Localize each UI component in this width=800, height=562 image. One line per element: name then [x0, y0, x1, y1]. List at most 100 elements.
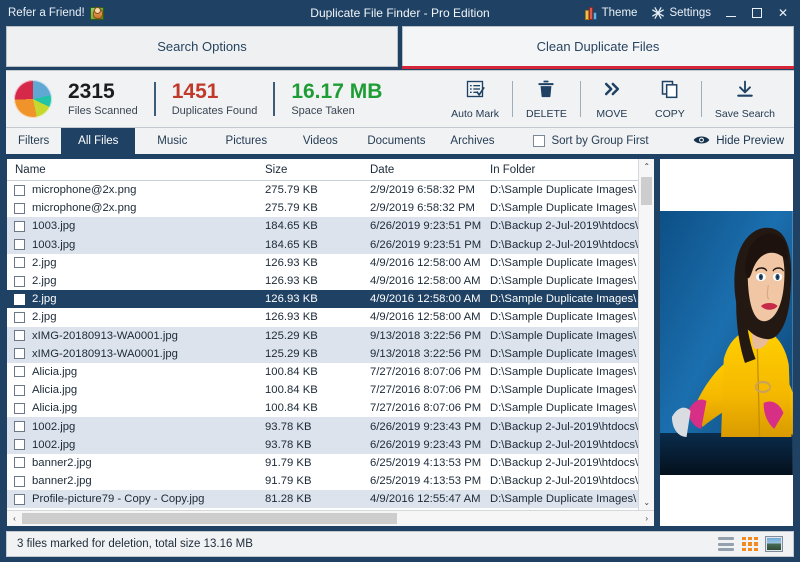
- table-row[interactable]: microphone@2x.png275.79 KB2/9/2019 6:58:…: [7, 199, 638, 217]
- row-checkbox[interactable]: [14, 421, 25, 432]
- horizontal-scroll-track[interactable]: [397, 513, 639, 524]
- column-header-size[interactable]: Size: [257, 164, 362, 176]
- delete-button[interactable]: DELETE: [515, 79, 578, 120]
- table-row[interactable]: Alicia.jpg100.84 KB7/27/2016 8:07:06 PMD…: [7, 363, 638, 381]
- row-checkbox[interactable]: [14, 239, 25, 250]
- filter-tab-music[interactable]: Music: [135, 128, 209, 154]
- cell-name: Profile-picture79 - Copy - Copy.jpg: [7, 493, 257, 505]
- table-row[interactable]: 2.jpg126.93 KB4/9/2016 12:58:00 AMD:\Sam…: [7, 308, 638, 326]
- file-name-label: microphone@2x.png: [32, 184, 136, 196]
- column-header-name[interactable]: Name: [7, 164, 257, 176]
- cell-date: 4/9/2016 12:55:47 AM: [362, 493, 482, 505]
- table-row[interactable]: 1002.jpg93.78 KB6/26/2019 9:23:43 PMD:\B…: [7, 436, 638, 454]
- row-checkbox[interactable]: [14, 257, 25, 268]
- file-name-label: Profile-picture79 - Copy - Copy.jpg: [32, 493, 204, 505]
- row-checkbox[interactable]: [14, 294, 25, 305]
- delete-label: DELETE: [526, 108, 567, 120]
- row-checkbox[interactable]: [14, 312, 25, 323]
- row-checkbox[interactable]: [14, 185, 25, 196]
- hide-preview-button[interactable]: Hide Preview: [683, 128, 794, 154]
- filter-tab-pictures[interactable]: Pictures: [209, 128, 283, 154]
- vertical-scroll-thumb[interactable]: [641, 177, 652, 205]
- row-checkbox[interactable]: [14, 203, 25, 214]
- row-checkbox[interactable]: [14, 366, 25, 377]
- horizontal-scroll-thumb[interactable]: [22, 513, 397, 524]
- tab-clean-duplicate-files[interactable]: Clean Duplicate Files: [402, 26, 794, 67]
- filter-tab-archives[interactable]: Archives: [435, 128, 509, 154]
- table-row[interactable]: xIMG-20180913-WA0001.jpg125.29 KB9/13/20…: [7, 345, 638, 363]
- row-checkbox[interactable]: [14, 221, 25, 232]
- list-view-icon[interactable]: [717, 536, 735, 552]
- space-taken-label: Space Taken: [291, 105, 382, 117]
- cell-name: microphone@2x.png: [7, 202, 257, 214]
- column-header-date[interactable]: Date: [362, 164, 482, 176]
- table-row[interactable]: 1002.jpg93.78 KB6/26/2019 9:23:43 PMD:\B…: [7, 417, 638, 435]
- image-preview[interactable]: [659, 158, 794, 527]
- vertical-scrollbar[interactable]: ⌃ ⌄: [638, 159, 654, 510]
- table-row[interactable]: 1003.jpg184.65 KB6/26/2019 9:23:51 PMD:\…: [7, 217, 638, 235]
- cell-size: 91.79 KB: [257, 475, 362, 487]
- scroll-down-button[interactable]: ⌄: [639, 495, 654, 510]
- save-download-icon: [735, 79, 755, 104]
- row-checkbox[interactable]: [14, 439, 25, 450]
- table-row[interactable]: 2.jpg126.93 KB4/9/2016 12:58:00 AMD:\Sam…: [7, 290, 638, 308]
- row-checkbox[interactable]: [14, 330, 25, 341]
- cell-size: 91.79 KB: [257, 457, 362, 469]
- filter-tab-all-files[interactable]: All Files: [61, 128, 135, 154]
- table-row[interactable]: 2.jpg126.93 KB4/9/2016 12:58:00 AMD:\Sam…: [7, 272, 638, 290]
- stat-space-taken: 16.17 MB Space Taken: [275, 81, 398, 116]
- filter-tab-documents[interactable]: Documents: [357, 128, 435, 154]
- duplicates-found-label: Duplicates Found: [172, 105, 258, 117]
- row-checkbox[interactable]: [14, 494, 25, 505]
- scroll-left-button[interactable]: ‹: [7, 511, 22, 526]
- file-name-label: 2.jpg: [32, 275, 57, 287]
- table-row[interactable]: banner2.jpg91.79 KB6/25/2019 4:13:53 PMD…: [7, 472, 638, 490]
- cell-date: 4/9/2016 12:58:00 AM: [362, 293, 482, 305]
- table-row[interactable]: microphone@2x.png275.79 KB2/9/2019 6:58:…: [7, 181, 638, 199]
- file-name-label: 1003.jpg: [32, 220, 75, 232]
- palette-icon: [585, 7, 598, 20]
- vertical-scroll-track[interactable]: [639, 174, 654, 495]
- sort-by-group-first-checkbox[interactable]: Sort by Group First: [523, 128, 658, 154]
- filters-label: Filters: [6, 128, 61, 154]
- table-row[interactable]: xIMG-20180913-WA0001.jpg125.29 KB9/13/20…: [7, 327, 638, 345]
- maximize-button[interactable]: [744, 2, 770, 24]
- cell-in-folder: D:\Sample Duplicate Images\: [482, 293, 638, 305]
- tab-search-options[interactable]: Search Options: [6, 26, 398, 67]
- refer-a-friend-button[interactable]: Refer a Friend!: [8, 7, 104, 20]
- close-button[interactable]: ✕: [770, 2, 796, 24]
- grid-view-icon[interactable]: [741, 536, 759, 552]
- auto-mark-button[interactable]: Auto Mark: [440, 79, 510, 120]
- settings-button[interactable]: Settings: [644, 3, 718, 23]
- table-row[interactable]: Alicia.jpg100.84 KB7/27/2016 8:07:06 PMD…: [7, 381, 638, 399]
- copy-button[interactable]: COPY: [641, 79, 699, 120]
- cell-name: xIMG-20180913-WA0001.jpg: [7, 330, 257, 342]
- save-search-label: Save Search: [715, 108, 775, 120]
- checkbox-box: [533, 135, 545, 147]
- table-row[interactable]: Alicia.jpg100.84 KB7/27/2016 8:07:06 PMD…: [7, 399, 638, 417]
- row-checkbox[interactable]: [14, 385, 25, 396]
- row-checkbox[interactable]: [14, 476, 25, 487]
- table-row[interactable]: banner2.jpg91.79 KB6/25/2019 4:13:53 PMD…: [7, 454, 638, 472]
- cell-size: 81.28 KB: [257, 493, 362, 505]
- column-header-in-folder[interactable]: In Folder: [482, 164, 638, 176]
- move-button[interactable]: MOVE: [583, 79, 641, 120]
- table-row[interactable]: Profile-picture79 - Copy - Copy.jpg 81.28…: [7, 490, 638, 508]
- row-checkbox[interactable]: [14, 403, 25, 414]
- row-checkbox[interactable]: [14, 457, 25, 468]
- file-name-label: banner2.jpg: [32, 457, 92, 469]
- row-checkbox[interactable]: [14, 276, 25, 287]
- theme-button[interactable]: Theme: [578, 4, 645, 23]
- table-row[interactable]: 1003.jpg184.65 KB6/26/2019 9:23:51 PMD:\…: [7, 236, 638, 254]
- table-row[interactable]: 2.jpg126.93 KB4/9/2016 12:58:00 AMD:\Sam…: [7, 254, 638, 272]
- settings-label: Settings: [669, 7, 711, 19]
- cell-size: 93.78 KB: [257, 421, 362, 433]
- filter-tab-videos[interactable]: Videos: [283, 128, 357, 154]
- row-checkbox[interactable]: [14, 348, 25, 359]
- horizontal-scrollbar[interactable]: ‹ ›: [7, 510, 654, 526]
- scroll-right-button[interactable]: ›: [639, 511, 654, 526]
- minimize-button[interactable]: [718, 2, 744, 24]
- thumbnail-view-icon[interactable]: [765, 536, 783, 552]
- scroll-up-button[interactable]: ⌃: [639, 159, 654, 174]
- save-search-button[interactable]: Save Search: [704, 79, 786, 120]
